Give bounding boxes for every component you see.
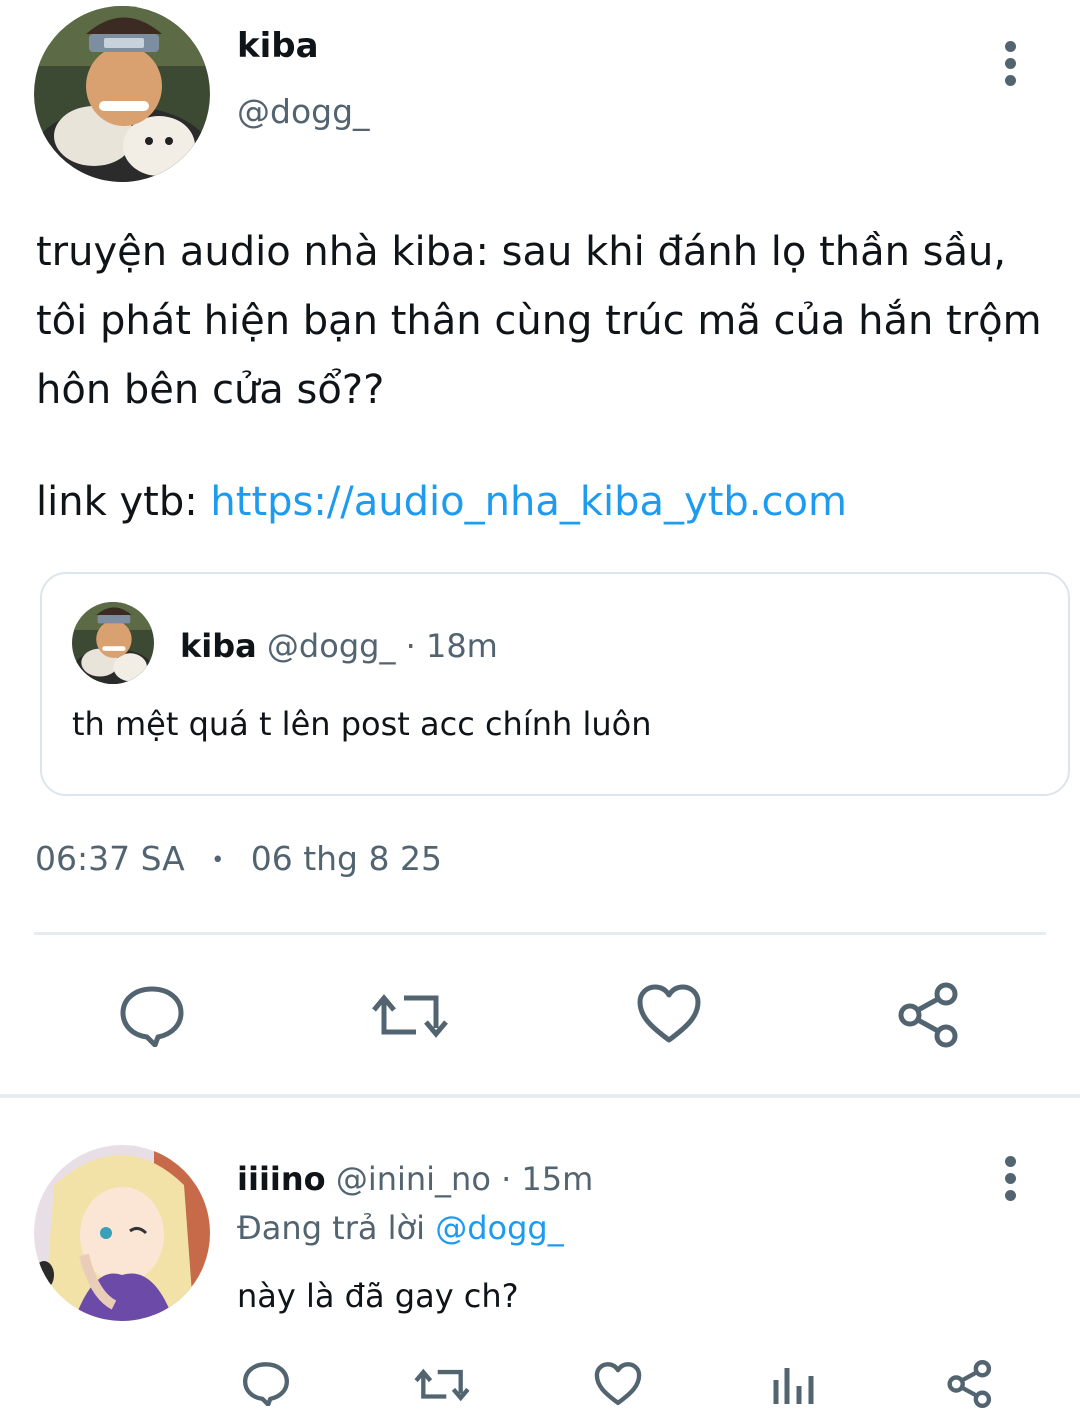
quote-author-handle: @dogg_	[266, 627, 396, 665]
author-avatar[interactable]	[34, 6, 210, 182]
tweet-body-line: truyện audio nhà kiba: sau khi đánh lọ t…	[36, 229, 1007, 275]
author-name[interactable]: kiba	[237, 24, 319, 68]
reply-icon[interactable]	[118, 983, 186, 1047]
section-divider	[0, 1094, 1080, 1098]
reply-reply-icon[interactable]	[241, 1360, 291, 1406]
quote-time: · 18m	[405, 627, 498, 665]
quoted-tweet-card[interactable]: kiba @dogg_ · 18m th mệt quá t lên post …	[40, 572, 1070, 796]
reply-author-avatar[interactable]	[34, 1145, 210, 1321]
tweet-body: truyện audio nhà kiba: sau khi đánh lọ t…	[36, 218, 1042, 425]
timestamp-time: 06:37 SA	[35, 839, 185, 878]
like-icon[interactable]	[636, 984, 702, 1044]
reply-author-handle[interactable]: @inini_no	[336, 1160, 491, 1198]
more-options-icon[interactable]	[1000, 41, 1020, 91]
reply-author-name[interactable]: iiiino	[237, 1160, 326, 1198]
tweet-body-line: tôi phát hiện bạn thân cùng trúc mã của …	[36, 298, 1042, 344]
quote-author-name: kiba	[180, 627, 257, 665]
timestamp-date: 06 thg 8 25	[250, 839, 442, 878]
quote-text: th mệt quá t lên post acc chính luôn	[72, 705, 652, 743]
quote-header: kiba @dogg_ · 18m	[180, 624, 498, 668]
reply-retweet-icon[interactable]	[413, 1362, 471, 1408]
tweet-link-line: link ytb: https://audio_nha_kiba_ytb.com	[36, 468, 847, 537]
tweet-link[interactable]: https://audio_nha_kiba_ytb.com	[210, 479, 847, 525]
replying-to-label: Đang trả lời	[237, 1209, 436, 1247]
views-icon[interactable]	[772, 1360, 816, 1406]
retweet-icon[interactable]	[370, 984, 450, 1048]
reply-more-options-icon[interactable]	[1000, 1156, 1020, 1206]
quote-author-avatar	[72, 602, 154, 684]
reply-share-icon[interactable]	[946, 1360, 994, 1408]
tweet-timestamp: 06:37 SA • 06 thg 8 25	[35, 836, 442, 884]
timestamp-separator: •	[211, 847, 225, 873]
divider	[34, 932, 1046, 935]
tweet-body-line: hôn bên cửa sổ??	[36, 367, 385, 413]
reply-like-icon[interactable]	[594, 1362, 642, 1406]
reply-time: · 15m	[501, 1160, 594, 1198]
share-icon[interactable]	[896, 982, 962, 1048]
replying-to: Đang trả lời @dogg_	[237, 1206, 564, 1250]
author-handle[interactable]: @dogg_	[237, 90, 370, 134]
reply-text: này là đã gay ch?	[237, 1277, 519, 1315]
reply-header: iiiino @inini_no · 15m	[237, 1157, 593, 1201]
link-label: link ytb:	[36, 479, 211, 525]
replying-to-handle[interactable]: @dogg_	[435, 1209, 564, 1247]
